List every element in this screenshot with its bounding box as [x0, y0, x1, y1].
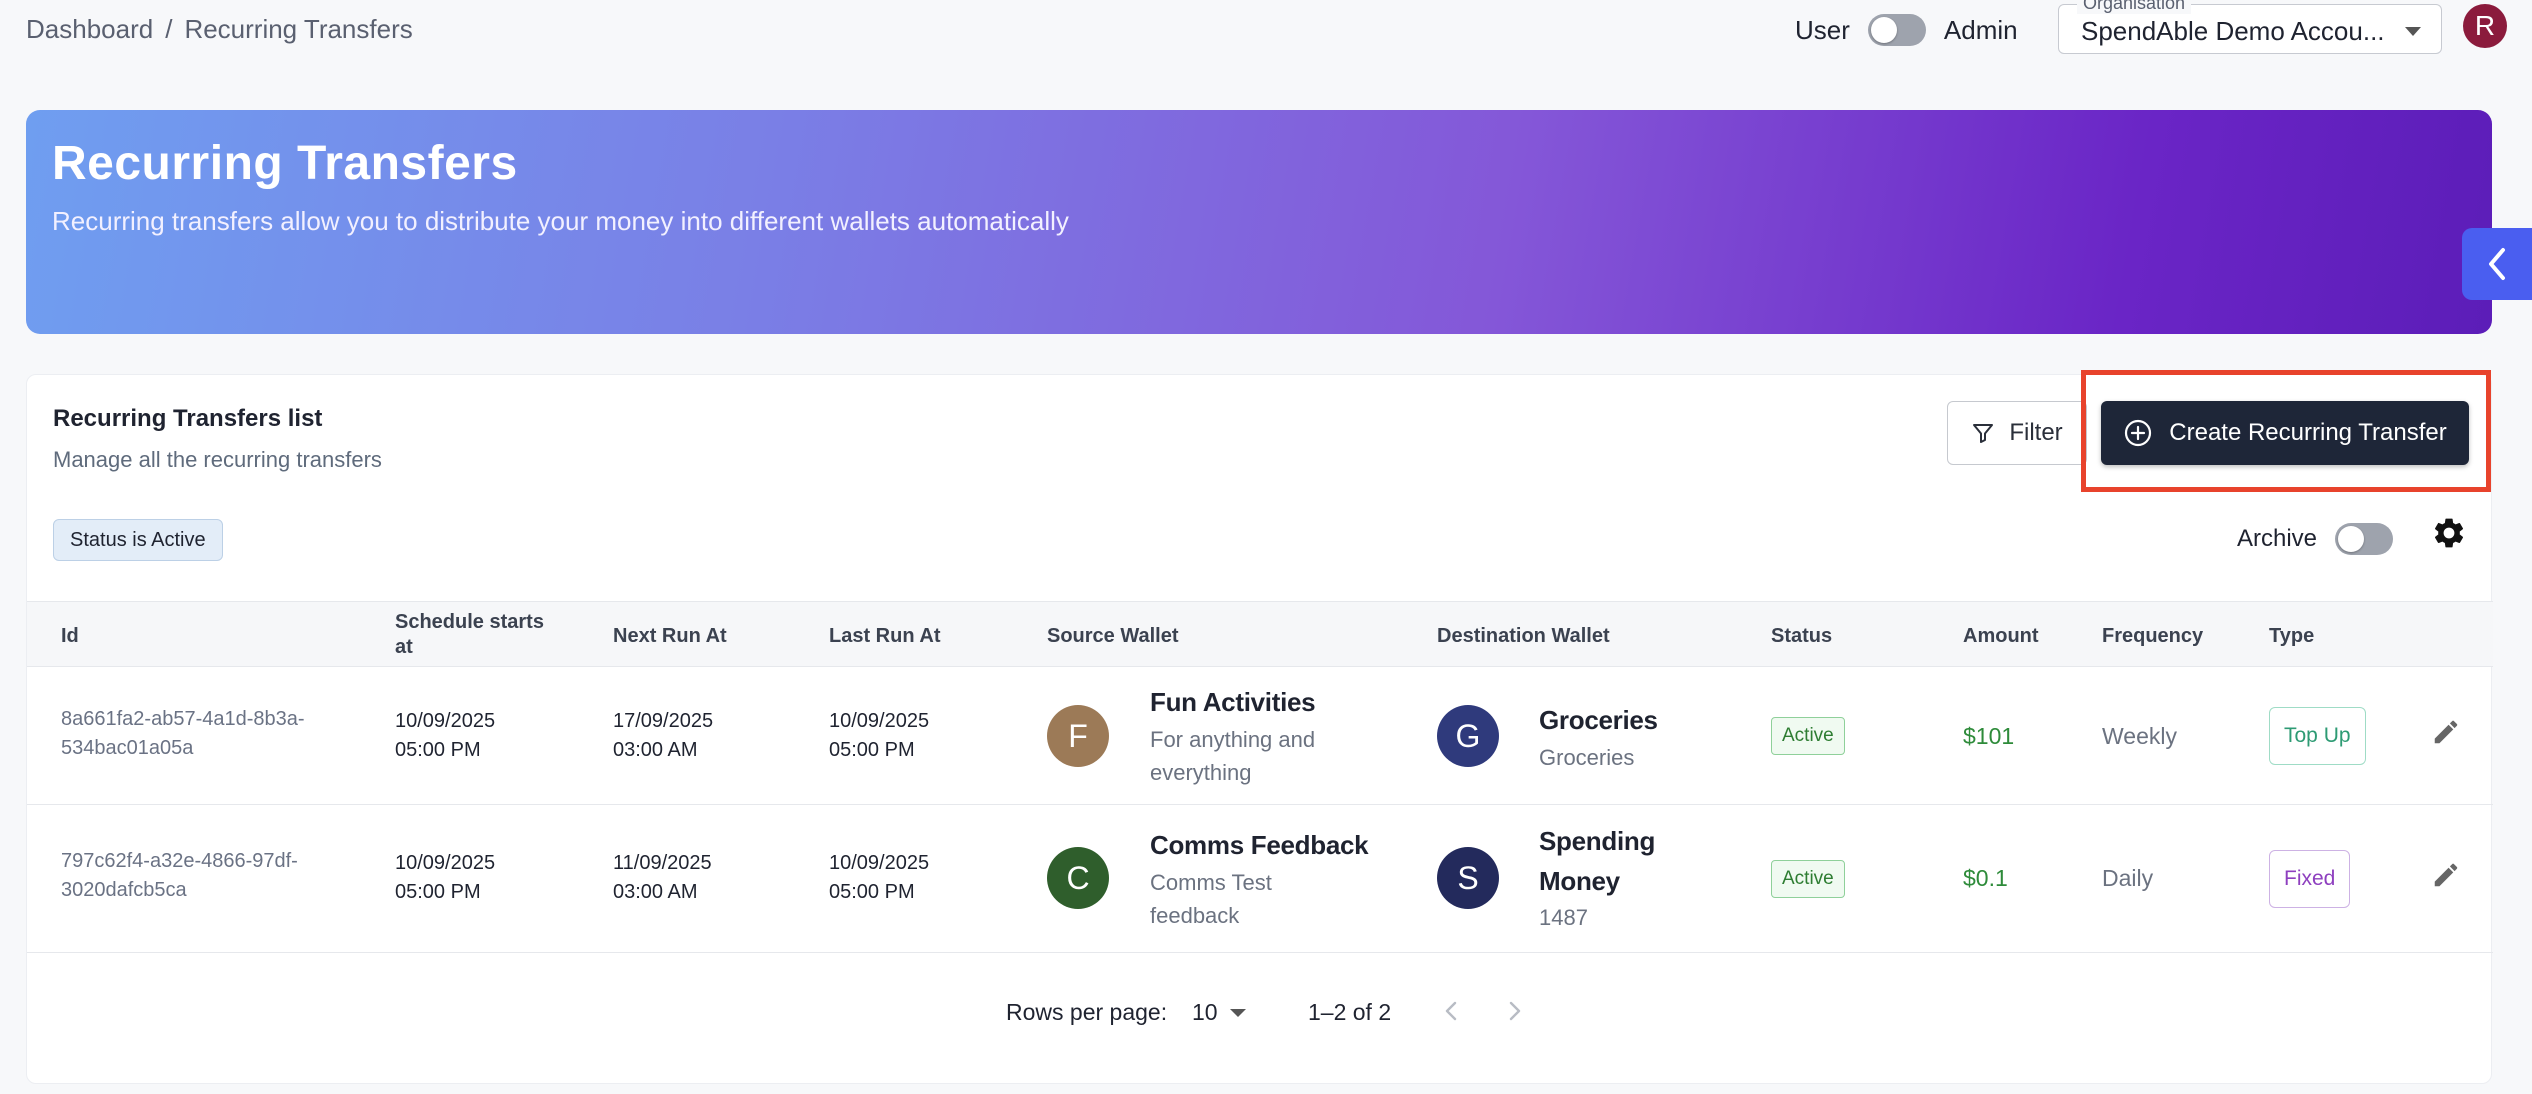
create-recurring-transfer-button[interactable]: Create Recurring Transfer [2101, 401, 2469, 465]
chevron-left-icon [1445, 1001, 1457, 1021]
chevron-right-icon [1509, 1001, 1521, 1021]
rows-per-page-select[interactable]: 10 [1192, 999, 1218, 1026]
column-header-last-run[interactable]: Last Run At [829, 624, 940, 649]
transfers-table: Id Schedule starts at Next Run At Last R… [27, 601, 2493, 953]
status-badge: Active [1771, 717, 1845, 755]
next-run-date: 17/09/2025 [613, 710, 714, 732]
status-filter-chip[interactable]: Status is Active [53, 519, 223, 561]
breadcrumb: Dashboard / Recurring Transfers [26, 14, 413, 45]
pagination-range: 1–2 of 2 [1308, 999, 1392, 1025]
filter-label: Filter [2009, 419, 2063, 446]
schedule-time: 05:00 PM [395, 881, 481, 903]
table-header: Id Schedule starts at Next Run At Last R… [27, 601, 2493, 667]
column-header-status[interactable]: Status [1771, 624, 1832, 649]
breadcrumb-current: Recurring Transfers [184, 14, 413, 44]
top-bar: Dashboard / Recurring Transfers User Adm… [0, 0, 2532, 62]
last-run-time: 05:00 PM [829, 739, 915, 761]
schedule-time: 05:00 PM [395, 739, 481, 761]
pagination: Rows per page: 10 1–2 of 2 [27, 983, 2493, 1043]
destination-wallet-description: Groceries [1539, 745, 1635, 770]
next-run-time: 03:00 AM [613, 881, 698, 903]
role-toggle: User Admin [1795, 14, 2018, 46]
source-wallet-name: Fun Activities [1150, 687, 1316, 717]
next-run-date: 11/09/2025 [613, 852, 712, 874]
transfer-id: 8a661fa2-ab57-4a1d-8b3a-534bac01a05a [61, 708, 305, 759]
sidebar-toggle-button[interactable] [2462, 228, 2532, 300]
recurring-transfers-card: Recurring Transfers list Manage all the … [26, 370, 2493, 1084]
source-wallet-name: Comms Feedback [1150, 830, 1369, 860]
previous-page-button[interactable] [1441, 997, 1461, 1031]
breadcrumb-dashboard-link[interactable]: Dashboard [26, 14, 153, 45]
create-label: Create Recurring Transfer [2169, 419, 2447, 446]
archive-label: Archive [2237, 525, 2318, 552]
amount-value: $101 [1963, 723, 2015, 749]
chevron-down-icon[interactable] [1230, 1009, 1246, 1017]
page-subtitle: Recurring transfers allow you to distrib… [52, 206, 1069, 236]
column-header-id[interactable]: Id [61, 624, 79, 649]
organisation-select[interactable]: Organisation SpendAble Demo Accou... [2058, 0, 2442, 54]
status-badge: Active [1771, 860, 1845, 898]
edit-button[interactable] [2431, 717, 2461, 752]
destination-wallet-name: Groceries [1539, 705, 1658, 735]
user-avatar[interactable]: R [2463, 4, 2507, 48]
add-circle-icon [2125, 419, 2152, 447]
last-run-date: 10/09/2025 [829, 852, 930, 874]
page-title: Recurring Transfers [52, 137, 518, 190]
frequency-value: Daily [2102, 865, 2154, 891]
card-subtitle: Manage all the recurring transfers [53, 447, 382, 472]
rows-per-page-label: Rows per page: [1006, 999, 1168, 1025]
destination-wallet-avatar: G [1437, 705, 1499, 767]
destination-wallet-description: 1487 [1539, 905, 1588, 930]
archive-toggle: Archive [2237, 523, 2394, 555]
next-run-time: 03:00 AM [613, 739, 698, 761]
role-switch[interactable] [1867, 14, 1926, 46]
role-admin-label: Admin [1943, 14, 2018, 45]
role-user-label: User [1795, 14, 1850, 45]
chevron-left-icon [2489, 248, 2505, 280]
card-title: Recurring Transfers list [53, 405, 323, 432]
last-run-time: 05:00 PM [829, 881, 915, 903]
source-wallet-avatar: F [1047, 705, 1109, 767]
filter-button[interactable]: Filter [1947, 401, 2087, 465]
table-row[interactable]: 8a661fa2-ab57-4a1d-8b3a-534bac01a05a 10/… [27, 667, 2493, 805]
hero-banner: Recurring Transfers Recurring transfers … [26, 110, 2492, 334]
source-wallet-description: Comms Test feedback [1150, 870, 1272, 928]
source-wallet-description: For anything and everything [1150, 727, 1316, 785]
next-page-button[interactable] [1505, 997, 1525, 1031]
pencil-icon [2434, 863, 2458, 887]
transfer-id: 797c62f4-a32e-4866-97df-3020dafcb5ca [61, 850, 298, 901]
filter-icon [1973, 424, 1994, 443]
column-header-schedule[interactable]: Schedule starts at [395, 610, 565, 660]
gear-icon [2434, 518, 2464, 548]
column-header-next-run[interactable]: Next Run At [613, 624, 727, 649]
column-header-type[interactable]: Type [2269, 624, 2314, 649]
type-badge: Top Up [2269, 707, 2366, 765]
chevron-down-icon [2405, 27, 2421, 36]
source-wallet-avatar: C [1047, 847, 1109, 909]
amount-value: $0.1 [1963, 865, 2008, 891]
pencil-icon [2434, 720, 2458, 744]
archive-switch[interactable] [2335, 523, 2394, 555]
destination-wallet-name: Spending Money [1539, 826, 1656, 896]
frequency-value: Weekly [2102, 723, 2177, 749]
breadcrumb-separator: / [165, 14, 173, 44]
schedule-date: 10/09/2025 [395, 852, 496, 874]
organisation-label: Organisation [2077, 0, 2192, 14]
column-header-destination-wallet[interactable]: Destination Wallet [1437, 624, 1610, 649]
column-header-frequency[interactable]: Frequency [2102, 624, 2203, 649]
organisation-value: SpendAble Demo Accou... [2081, 16, 2385, 46]
column-header-amount[interactable]: Amount [1963, 624, 2039, 649]
schedule-date: 10/09/2025 [395, 710, 496, 732]
settings-button[interactable] [2431, 515, 2467, 556]
edit-button[interactable] [2431, 860, 2461, 895]
last-run-date: 10/09/2025 [829, 710, 930, 732]
table-row[interactable]: 797c62f4-a32e-4866-97df-3020dafcb5ca 10/… [27, 805, 2493, 953]
column-header-source-wallet[interactable]: Source Wallet [1047, 624, 1179, 649]
destination-wallet-avatar: S [1437, 847, 1499, 909]
type-badge: Fixed [2269, 850, 2351, 908]
